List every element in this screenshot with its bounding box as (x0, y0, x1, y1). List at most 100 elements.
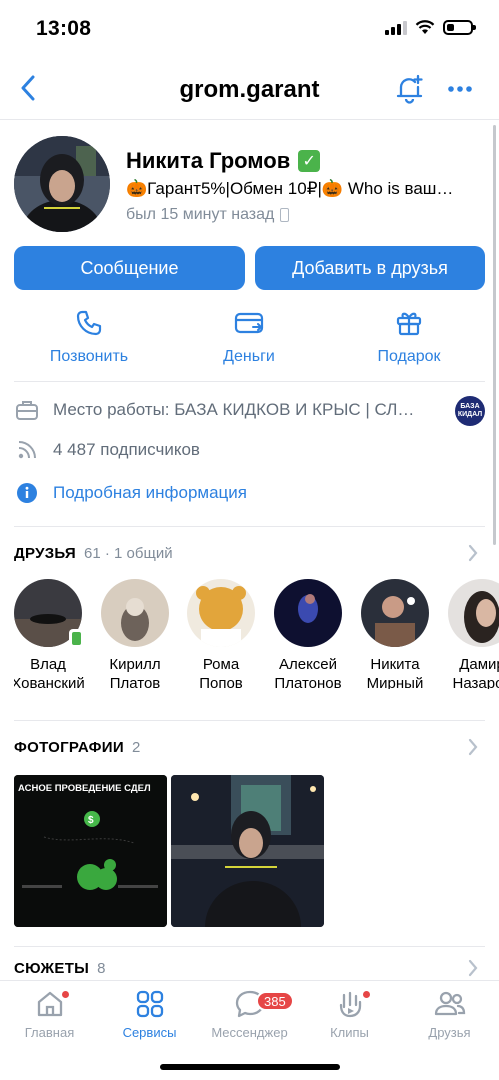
tab-friends-label: Друзья (428, 1025, 471, 1040)
profile-avatar[interactable] (14, 136, 110, 232)
tab-home-label: Главная (24, 1025, 75, 1040)
messenger-badge: 385 (256, 991, 294, 1011)
photo-thumbnail[interactable] (171, 775, 324, 927)
details-row[interactable]: Подробная информация (14, 478, 485, 508)
friend-avatar (448, 579, 499, 647)
photos-title: ФОТОГРАФИИ (14, 738, 124, 756)
more-icon (448, 86, 472, 92)
stories-title: СЮЖЕТЫ (14, 959, 90, 977)
friend-item[interactable]: ДамирНазаров (439, 579, 499, 689)
followers-row[interactable]: 4 487 подписчиков (14, 435, 485, 465)
friends-header[interactable]: ДРУЗЬЯ 61 · 1 общий (14, 543, 485, 563)
message-button[interactable]: Сообщение (14, 246, 245, 290)
notification-dot (363, 991, 370, 998)
friend-item[interactable]: Кирилл Платов (92, 579, 178, 689)
stories-count: 8 (97, 959, 106, 977)
card-icon (234, 312, 264, 334)
work-logo[interactable]: БАЗА КИДАЛ (455, 396, 485, 426)
mobile-icon (280, 208, 290, 222)
friend-name: Алексей Платонов (274, 656, 342, 689)
last-seen: был 15 минут назад (126, 206, 290, 224)
info-icon (14, 480, 40, 506)
tab-messenger[interactable]: 385 Мессенджер (200, 987, 299, 1040)
status-time: 13:08 (36, 17, 92, 40)
more-button[interactable] (443, 72, 477, 106)
friend-name: Никита Мирный (366, 656, 424, 689)
services-icon (136, 990, 163, 1018)
mobile-online-icon (69, 629, 83, 647)
phone-icon (76, 310, 102, 336)
chevron-right-icon (468, 959, 478, 977)
clips-icon (339, 991, 361, 1018)
friend-item[interactable]: Рома Попов (178, 579, 264, 689)
add-friend-button[interactable]: Добавить в друзья (255, 246, 485, 290)
tab-friends[interactable]: Друзья (400, 987, 499, 1040)
tab-services-label: Сервисы (122, 1025, 177, 1040)
friend-avatar (187, 579, 255, 647)
friend-item[interactable]: Влад Хованский (14, 579, 91, 689)
friends-list: Влад Хованский Кирилл Платов Рома Попов Але… (14, 579, 499, 689)
avatar-photo (14, 136, 110, 232)
friend-name: Рома Попов (199, 656, 243, 689)
friend-item[interactable]: Никита Мирный (352, 579, 438, 689)
nav-header: grom.garant (0, 60, 499, 120)
chevron-right-icon (468, 738, 478, 756)
profile-name: Никита Громов ✓ (126, 148, 321, 174)
divider (14, 526, 485, 527)
tab-services[interactable]: Сервисы (100, 987, 199, 1040)
notification-dot (62, 991, 69, 998)
call-label: Позвонить (49, 348, 129, 365)
tab-clips-label: Клипы (330, 1025, 369, 1040)
last-seen-text: был 15 минут назад (126, 206, 275, 223)
money-label: Деньги (223, 348, 275, 365)
svg-text:$: $ (88, 815, 94, 826)
friend-item[interactable]: Алексей Платонов (265, 579, 351, 689)
briefcase-icon (14, 397, 40, 423)
gift-action[interactable]: Подарок (339, 308, 479, 366)
friends-count: 61 · 1 общий (84, 544, 173, 562)
divider (14, 381, 485, 382)
rss-icon (14, 437, 40, 463)
friend-name: ДамирНазаров (452, 656, 499, 689)
money-action[interactable]: Деньги (179, 308, 319, 366)
gift-icon (396, 312, 422, 336)
photo-image: АСНОЕ ПРОВЕДЕНИЕ СДЕЛ $ (14, 775, 167, 927)
work-row[interactable]: Место работы: БАЗА КИДКОВ И КРЫС | СЛ… (14, 395, 443, 425)
tab-messenger-label: Мессенджер (211, 1025, 288, 1040)
status-icons (385, 20, 476, 35)
photo-thumbnail[interactable]: АСНОЕ ПРОВЕДЕНИЕ СДЕЛ $ (14, 775, 167, 927)
wifi-icon (415, 20, 435, 34)
notify-button[interactable] (393, 72, 427, 106)
chevron-right-icon (468, 544, 478, 562)
home-indicator (160, 1064, 340, 1070)
friends-title: ДРУЗЬЯ (14, 544, 77, 562)
status-bar: 13:08 (0, 0, 499, 60)
gift-label: Подарок (377, 348, 441, 365)
friends-icon (434, 991, 465, 1016)
photos-header[interactable]: ФОТОГРАФИИ 2 (14, 737, 485, 757)
verified-icon[interactable]: ✓ (298, 150, 321, 172)
profile-status[interactable]: 🎃Гарант5%|Обмен 10₽|🎃 Who is ваш… (126, 179, 488, 199)
friend-avatar (361, 579, 429, 647)
followers-text: 4 487 подписчиков (53, 440, 200, 459)
battery-icon (443, 20, 476, 35)
scrollbar[interactable] (493, 125, 496, 545)
friend-name: Кирилл Платов (109, 656, 161, 689)
tab-clips[interactable]: Клипы (300, 987, 399, 1040)
friend-avatar (274, 579, 342, 647)
stories-header[interactable]: СЮЖЕТЫ 8 (14, 958, 485, 978)
photos-count: 2 (131, 738, 141, 756)
call-action[interactable]: Позвонить (19, 308, 159, 366)
bell-plus-icon (396, 74, 423, 104)
profile-name-text: Никита Громов (126, 148, 291, 173)
divider (14, 720, 485, 721)
signal-icon (385, 20, 407, 35)
divider (14, 946, 485, 947)
svg-text:АСНОЕ ПРОВЕДЕНИЕ СДЕЛ: АСНОЕ ПРОВЕДЕНИЕ СДЕЛ (18, 783, 151, 794)
tab-home[interactable]: Главная (0, 987, 99, 1040)
details-link: Подробная информация (53, 483, 247, 502)
work-text: Место работы: БАЗА КИДКОВ И КРЫС | СЛ… (53, 400, 415, 419)
friend-name: Влад Хованский (14, 656, 85, 689)
friend-avatar (101, 579, 169, 647)
photo-image (171, 775, 324, 927)
